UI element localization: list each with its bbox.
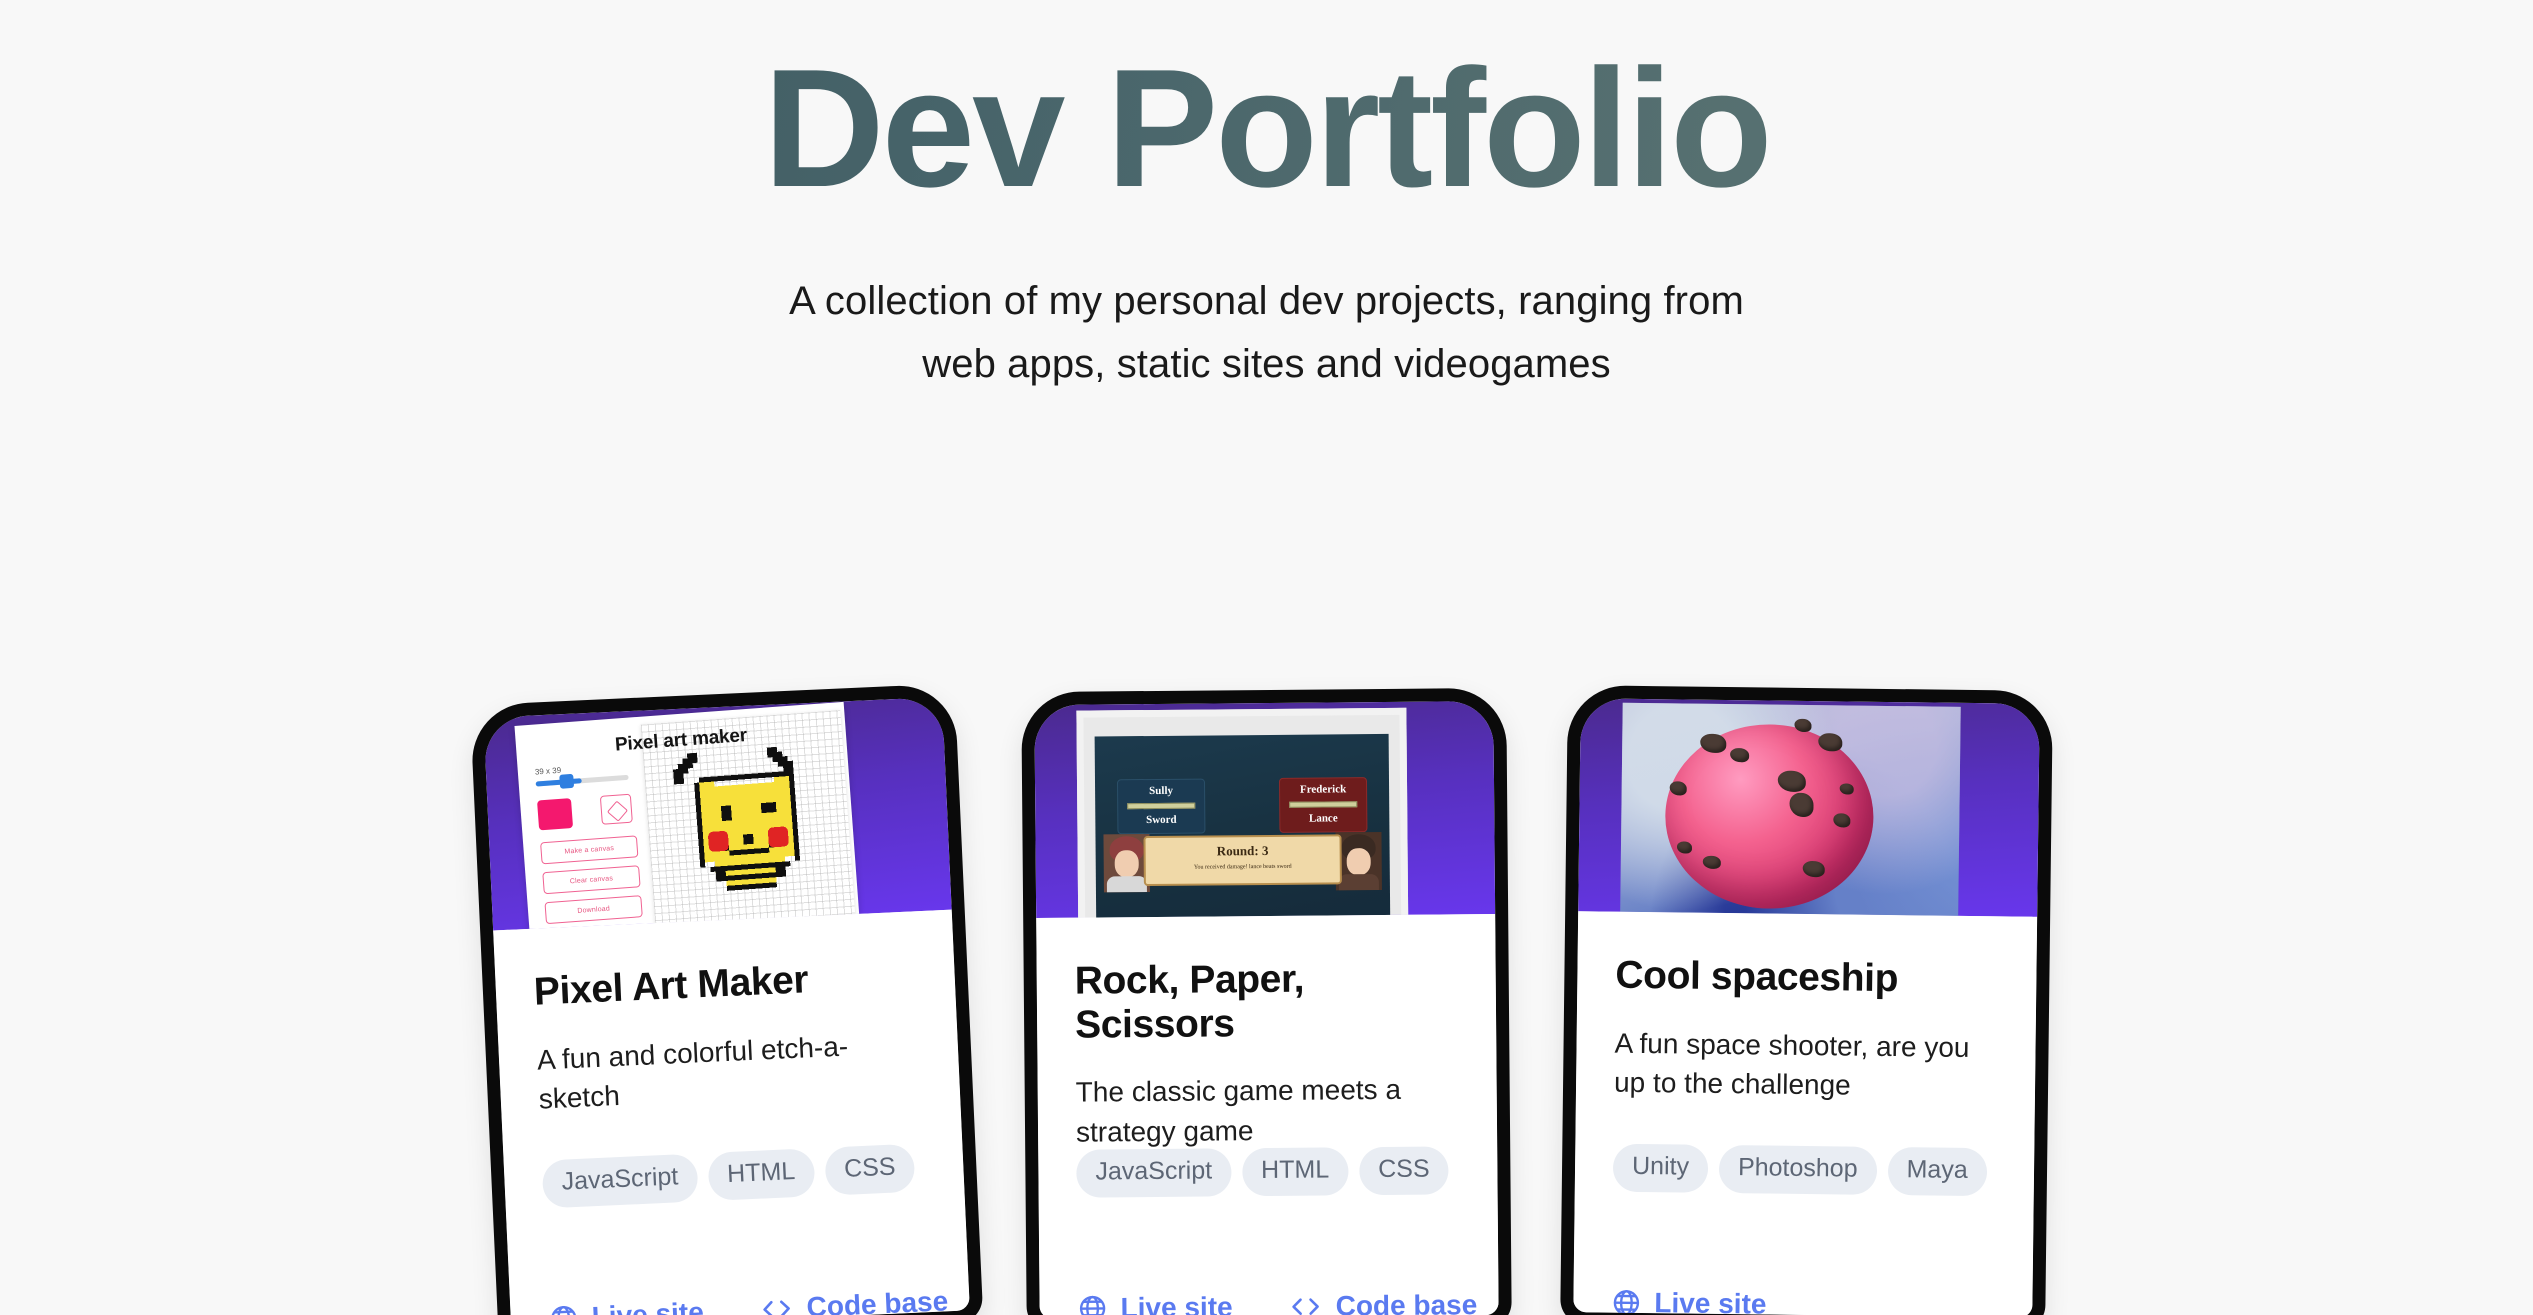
asteroid [1839,783,1854,795]
project-title: Rock, Paper, Scissors [1074,957,1305,1047]
project-tag: JavaScript [1076,1148,1232,1198]
project-tag-list: Unity Photoshop Maya [1612,1143,2005,1196]
card-frame: Score: 154 Lives: 1 Cool spaceship A fun… [1560,685,2053,1315]
asteroid [1802,860,1825,878]
rps-screenshot: Sully Sword Frederick Lance Round: 3 You… [1076,707,1409,919]
project-title: Pixel Art Maker [533,958,810,1014]
project-title: Cool spaceship [1615,953,1899,1001]
pixel-color-swatch[interactable] [536,798,574,831]
project-tag-list: JavaScript HTML CSS [1076,1146,1467,1198]
project-card-list: Pixel art maker 39 x 39 Make a canvas Cl… [0,683,2533,1315]
pixel-button-download[interactable]: Download [544,895,643,925]
card-frame: Sully Sword Frederick Lance Round: 3 You… [1021,687,1512,1315]
project-description: A fun and colorful etch-a-sketch [536,1030,849,1116]
project-link-list: Live site Code base [548,1285,949,1315]
live-site-link[interactable]: Live site [1611,1287,1767,1315]
project-link-list: Live site [1611,1287,2002,1315]
project-tag: HTML [1241,1147,1349,1196]
page-header: Dev Portfolio A collection of my persona… [0,0,2533,396]
rps-weapon-left: Sword [1146,813,1177,827]
pixel-slider-label: 39 x 39 [534,765,562,777]
live-site-label: Live site [591,1296,705,1315]
pixel-button-make-canvas[interactable]: Make a canvas [540,835,639,865]
pixel-button-clear-canvas[interactable]: Clear canvas [542,865,641,895]
globe-icon [551,1306,577,1315]
project-card-cool-spaceship[interactable]: Score: 154 Lives: 1 Cool spaceship A fun… [1560,685,2053,1315]
eraser-icon[interactable] [599,793,633,825]
project-tag: Maya [1887,1147,1987,1196]
project-card-rock-paper-scissors[interactable]: Sully Sword Frederick Lance Round: 3 You… [1021,687,1512,1315]
page-subtitle: A collection of my personal dev projects… [789,279,1744,387]
asteroid [1669,781,1687,796]
code-brackets-icon [1292,1298,1319,1315]
live-site-link[interactable]: Live site [1077,1291,1233,1315]
card-thumbnail-rock-paper-scissors: Sully Sword Frederick Lance Round: 3 You… [1034,701,1496,919]
rps-round-label: Round: 3 [1216,842,1269,859]
code-brackets-icon [763,1300,790,1315]
rps-player-name-right: Frederick [1299,783,1347,796]
pixel-slider-knob[interactable] [559,773,575,789]
card-thumbnail-cool-spaceship: Score: 154 Lives: 1 [1578,698,2040,917]
code-base-link[interactable]: Code base [1289,1289,1478,1315]
project-description: A fun space shooter, are you up to the c… [1613,1027,1970,1101]
portfolio-page: Dev Portfolio A collection of my persona… [0,0,2533,1315]
asteroid [1789,792,1814,818]
code-base-label: Code base [805,1285,949,1315]
card-thumbnail-pixel-art-maker: Pixel art maker 39 x 39 Make a canvas Cl… [483,696,952,931]
rps-portrait-right [1335,831,1382,891]
live-site-link[interactable]: Live site [548,1296,704,1315]
project-tag: CSS [1358,1146,1449,1195]
rps-battle-screen: Sully Sword Frederick Lance Round: 3 You… [1094,733,1391,919]
project-tag: Unity [1612,1143,1709,1193]
rps-weapon-right: Lance [1308,812,1338,825]
project-description: The classic game meets a strategy game [1075,1074,1402,1148]
rps-health-bar-left [1127,802,1196,810]
rps-player-panel-right: Frederick Lance [1278,777,1368,833]
asteroid [1676,841,1693,854]
card-body: Cool spaceship A fun space shooter, are … [1573,911,2038,1315]
page-title: Dev Portfolio [0,44,2533,212]
asteroid [1833,813,1851,828]
pikachu-sprite [673,746,801,891]
project-tag-list: JavaScript HTML CSS [541,1143,935,1208]
pixel-art-maker-screenshot: Pixel art maker 39 x 39 Make a canvas Cl… [514,701,862,931]
project-tag: Photoshop [1718,1144,1877,1195]
card-body: Pixel Art Maker A fun and colorful etch-… [493,909,970,1315]
card-body: Rock, Paper, Scissors The classic game m… [1036,914,1499,1315]
spaceship-screenshot: Score: 154 Lives: 1 [1619,702,1961,917]
globe-icon [1613,1290,1640,1315]
rps-health-bar-right [1289,801,1358,808]
asteroid [1730,748,1750,763]
project-tag: JavaScript [541,1153,699,1208]
project-link-list: Live site Code base [1077,1289,1477,1315]
asteroid [1702,855,1721,869]
live-site-label: Live site [1120,1291,1233,1315]
globe-icon [1079,1295,1106,1315]
project-tag: CSS [824,1143,916,1196]
pixel-size-slider[interactable] [535,774,629,787]
live-site-label: Live site [1654,1287,1767,1315]
rps-message: You received damage! lance beats sword [1193,863,1292,871]
asteroid [1794,718,1812,733]
code-base-link[interactable]: Code base [759,1285,949,1315]
rps-dialog-box: Round: 3 You received damage! lance beat… [1143,834,1342,887]
project-tag: HTML [707,1148,816,1201]
rps-player-panel-left: Sully Sword [1116,778,1206,835]
code-base-label: Code base [1335,1289,1478,1315]
project-card-pixel-art-maker[interactable]: Pixel art maker 39 x 39 Make a canvas Cl… [469,683,984,1315]
card-frame: Pixel art maker 39 x 39 Make a canvas Cl… [469,683,984,1315]
rps-player-name-left: Sully [1149,784,1174,798]
